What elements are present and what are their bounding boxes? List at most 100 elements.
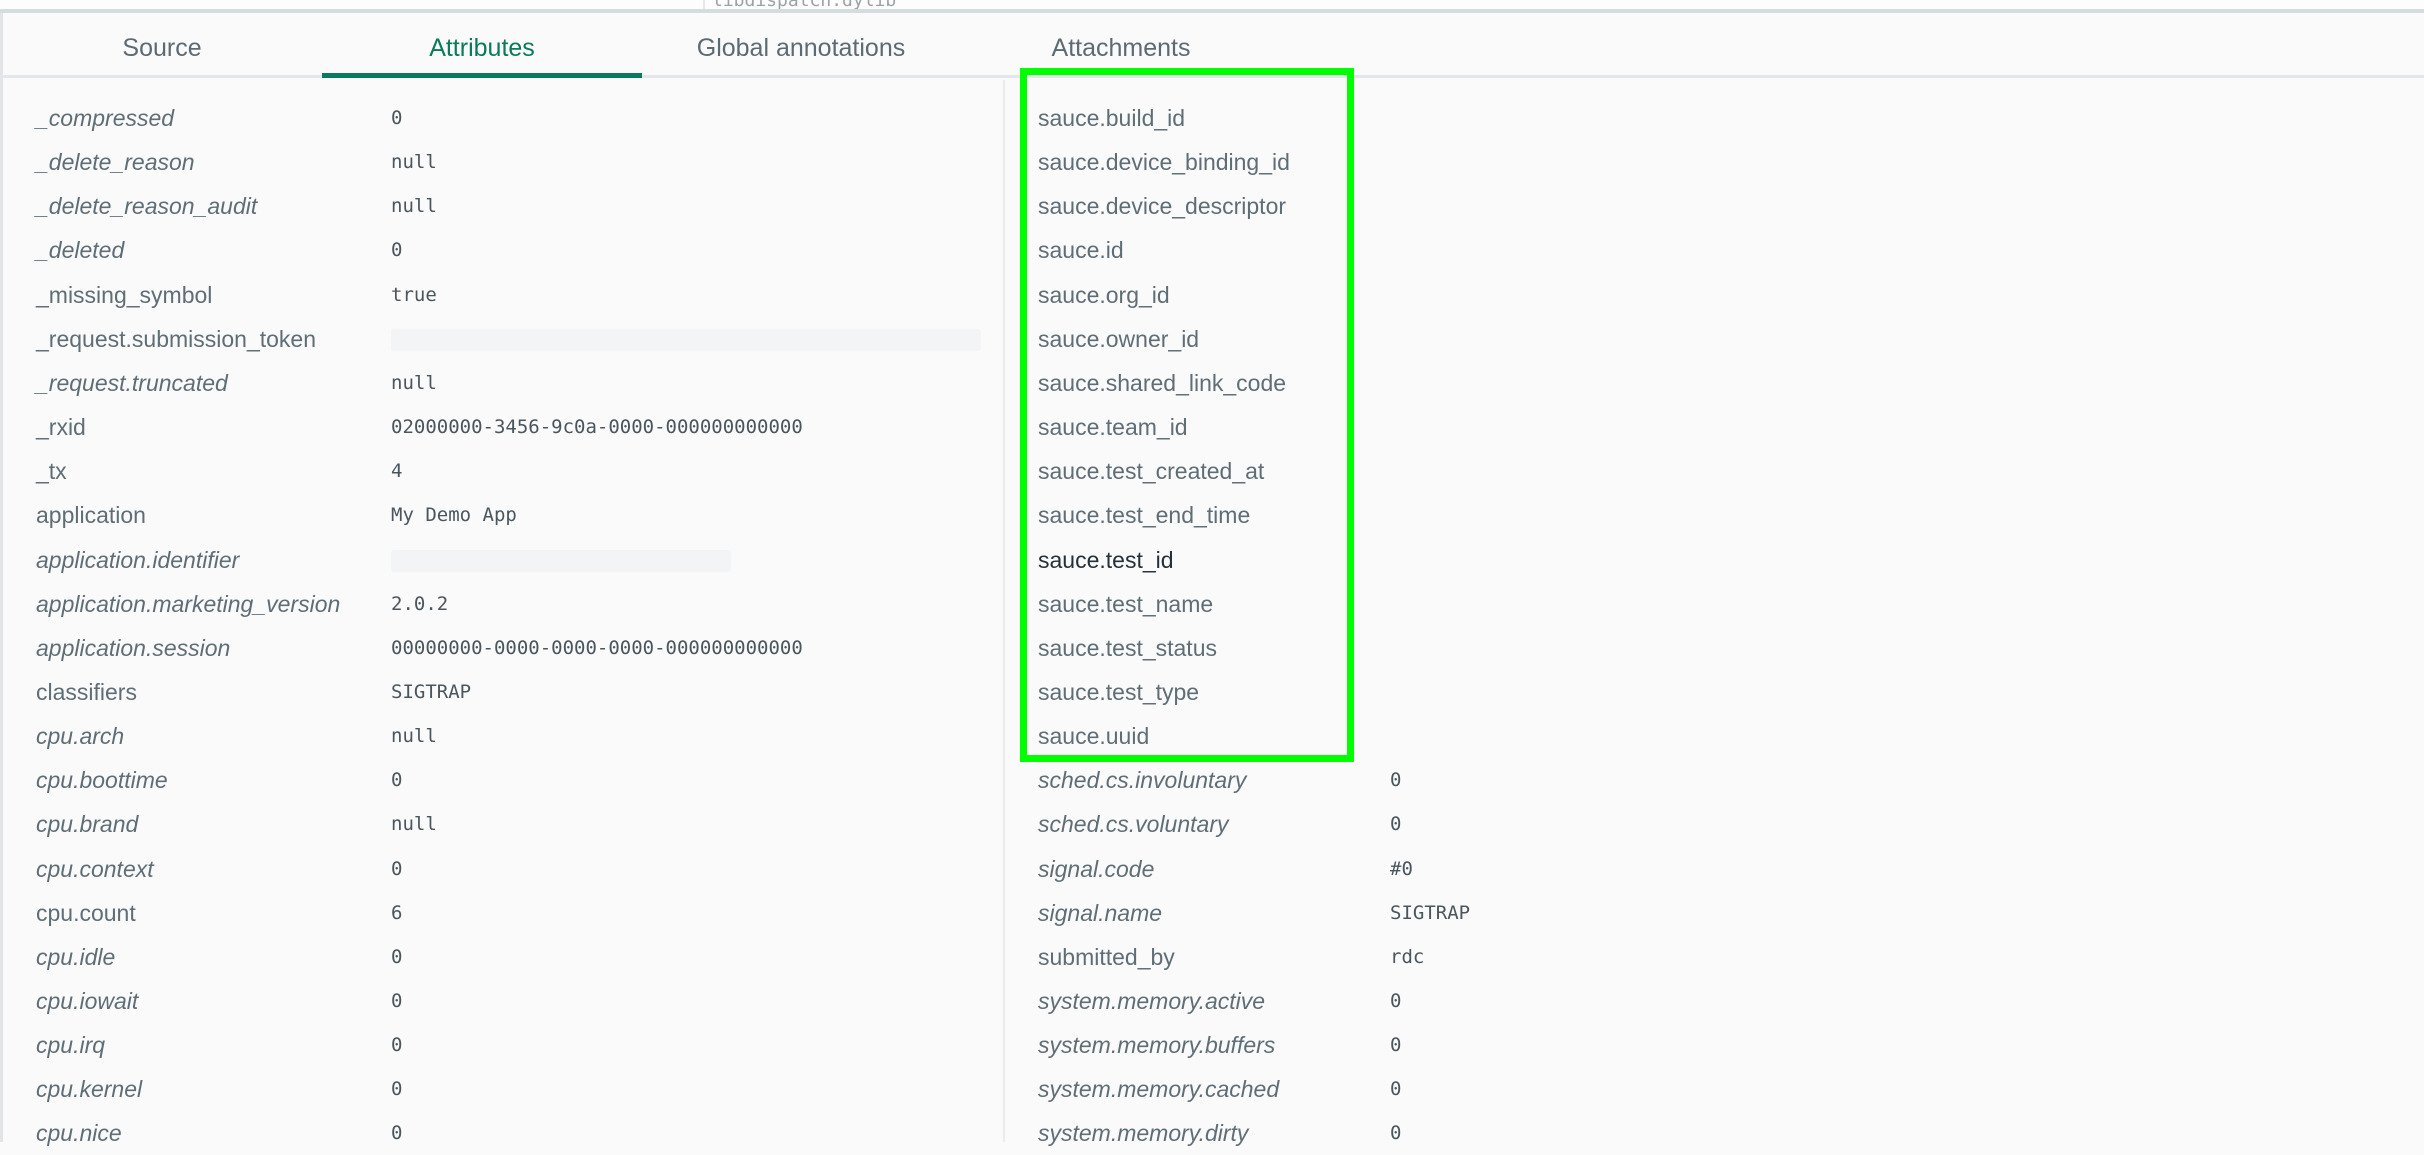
attribute-row[interactable]: application.marketing_version 2.0.2 [36, 582, 996, 626]
attribute-row[interactable]: application.identifier [36, 538, 996, 582]
attribute-key: system.memory.active [1038, 988, 1266, 1014]
attribute-row[interactable]: signal.name SIGTRAP [1038, 891, 1998, 935]
attribute-key: _rxid [36, 414, 86, 441]
attribute-row[interactable]: application.session 00000000-0000-0000-00… [36, 626, 996, 670]
attribute-row[interactable]: application My Demo App [36, 493, 996, 537]
attribute-row[interactable]: _compressed 0 [36, 96, 996, 140]
attribute-row[interactable]: submitted_by rdc [1038, 935, 1998, 979]
attribute-value: 00000000-0000-0000-0000-000000000000 [391, 636, 803, 659]
attribute-key: system.memory.cached [1038, 1076, 1280, 1103]
attribute-value: #0 [1390, 857, 1413, 880]
attribute-value: 0 [391, 107, 403, 129]
attribute-key: _deleted [36, 237, 125, 264]
attribute-key: application.identifier [36, 546, 240, 573]
attribute-row[interactable]: cpu.boottime 0 [36, 758, 996, 802]
attribute-key: system.memory.dirty [1038, 1120, 1249, 1147]
attribute-key: submitted_by [1038, 943, 1175, 970]
attribute-row[interactable]: _delete_reason null [36, 140, 996, 184]
attribute-key: cpu.iowait [36, 988, 139, 1014]
attribute-value: 6 [391, 901, 403, 924]
attribute-key: _tx [36, 458, 67, 485]
attribute-value: 0 [391, 1034, 403, 1057]
attribute-row[interactable]: system.memory.active 0 [1038, 979, 1998, 1023]
attribute-value: rdc [1390, 945, 1425, 968]
tab-attachments[interactable]: Attachments [1011, 13, 1231, 75]
attribute-value: 0 [1390, 1122, 1402, 1145]
attribute-key: cpu.idle [36, 943, 116, 970]
attribute-value: 0 [1390, 1034, 1402, 1057]
highlight-box [1020, 68, 1354, 762]
attribute-row[interactable]: system.memory.cached 0 [1038, 1067, 1998, 1111]
attribute-key: _compressed [36, 105, 175, 131]
attribute-row[interactable]: signal.code #0 [1038, 847, 1998, 891]
attribute-key: _missing_symbol [36, 281, 213, 308]
attribute-value: SIGTRAP [391, 680, 472, 703]
redacted-value [391, 328, 981, 351]
attribute-key: classifiers [36, 678, 137, 705]
attribute-key: sched.cs.involuntary [1038, 767, 1247, 794]
attribute-row[interactable]: cpu.brand null [36, 802, 996, 846]
attribute-row[interactable]: cpu.idle 0 [36, 935, 996, 979]
attribute-value: 02000000-3456-9c0a-0000-000000000000 [391, 416, 803, 439]
attribute-value: 0 [391, 239, 403, 262]
redacted-value [391, 549, 731, 572]
attribute-key: cpu.nice [36, 1120, 122, 1147]
attribute-key: application [36, 502, 146, 529]
attribute-row[interactable]: classifiers SIGTRAP [36, 670, 996, 714]
attribute-value: 0 [391, 1078, 403, 1101]
attribute-row[interactable]: sched.cs.voluntary 0 [1038, 802, 1998, 846]
attribute-key: application.marketing_version [36, 590, 341, 617]
attribute-row[interactable]: _tx 4 [36, 449, 996, 493]
attribute-key: cpu.count [36, 899, 136, 926]
attribute-key: cpu.boottime [36, 767, 168, 794]
left-border [0, 13, 3, 1142]
attribute-row[interactable]: cpu.nice 0 [36, 1111, 996, 1155]
attribute-value: 0 [1390, 990, 1402, 1012]
attribute-row[interactable]: _missing_symbol true [36, 273, 996, 317]
attribute-value: null [391, 813, 437, 836]
attribute-row[interactable]: cpu.context 0 [36, 847, 996, 891]
attribute-row[interactable]: system.memory.dirty 0 [1038, 1111, 1998, 1155]
attribute-key: cpu.brand [36, 811, 139, 838]
attribute-value: null [391, 195, 437, 218]
attribute-row[interactable]: cpu.iowait 0 [36, 979, 996, 1023]
attribute-value: 2.0.2 [391, 592, 449, 615]
attribute-row[interactable]: sched.cs.involuntary 0 [1038, 758, 1998, 802]
attribute-key: sched.cs.voluntary [1038, 811, 1229, 838]
attribute-key: cpu.context [36, 855, 154, 882]
attribute-key: cpu.irq [36, 1032, 106, 1059]
attribute-row[interactable]: _deleted 0 [36, 228, 996, 272]
attribute-row[interactable]: _request.truncated null [36, 361, 996, 405]
attribute-key: signal.name [1038, 899, 1163, 926]
attribute-value: 0 [1390, 769, 1402, 792]
tab-attributes[interactable]: Attributes [322, 13, 642, 78]
attribute-key: signal.code [1038, 855, 1155, 882]
attribute-row[interactable]: system.memory.buffers 0 [1038, 1023, 1998, 1067]
attribute-key: _request.submission_token [36, 325, 316, 352]
attribute-value: null [391, 725, 437, 748]
attribute-value: My Demo App [391, 504, 517, 527]
tab-source[interactable]: Source [72, 13, 252, 75]
attribute-row[interactable]: cpu.kernel 0 [36, 1067, 996, 1111]
attribute-key: _delete_reason_audit [36, 193, 258, 220]
attribute-row[interactable]: cpu.count 6 [36, 891, 996, 935]
attribute-value: SIGTRAP [1390, 901, 1471, 924]
attribute-row[interactable]: _delete_reason_audit null [36, 184, 996, 228]
attribute-row[interactable]: cpu.irq 0 [36, 1023, 996, 1067]
attribute-value: 0 [391, 857, 403, 880]
attribute-row[interactable]: cpu.arch null [36, 714, 996, 758]
attribute-key: _request.truncated [36, 369, 228, 396]
attribute-key: cpu.arch [36, 723, 125, 750]
attribute-value: 0 [391, 945, 403, 968]
tab-global-annotations[interactable]: Global annotations [661, 13, 941, 75]
attribute-key: _delete_reason [36, 149, 195, 176]
attribute-key: application.session [36, 634, 231, 661]
attribute-value: true [391, 283, 437, 306]
attribute-value: 4 [391, 460, 403, 483]
attribute-key: cpu.kernel [36, 1076, 143, 1103]
attribute-key: system.memory.buffers [1038, 1032, 1276, 1059]
attribute-value: 0 [1390, 1078, 1402, 1101]
column-divider [1003, 80, 1005, 1142]
attribute-row[interactable]: _rxid 02000000-3456-9c0a-0000-00000000000… [36, 405, 996, 449]
attribute-row[interactable]: _request.submission_token [36, 317, 996, 361]
